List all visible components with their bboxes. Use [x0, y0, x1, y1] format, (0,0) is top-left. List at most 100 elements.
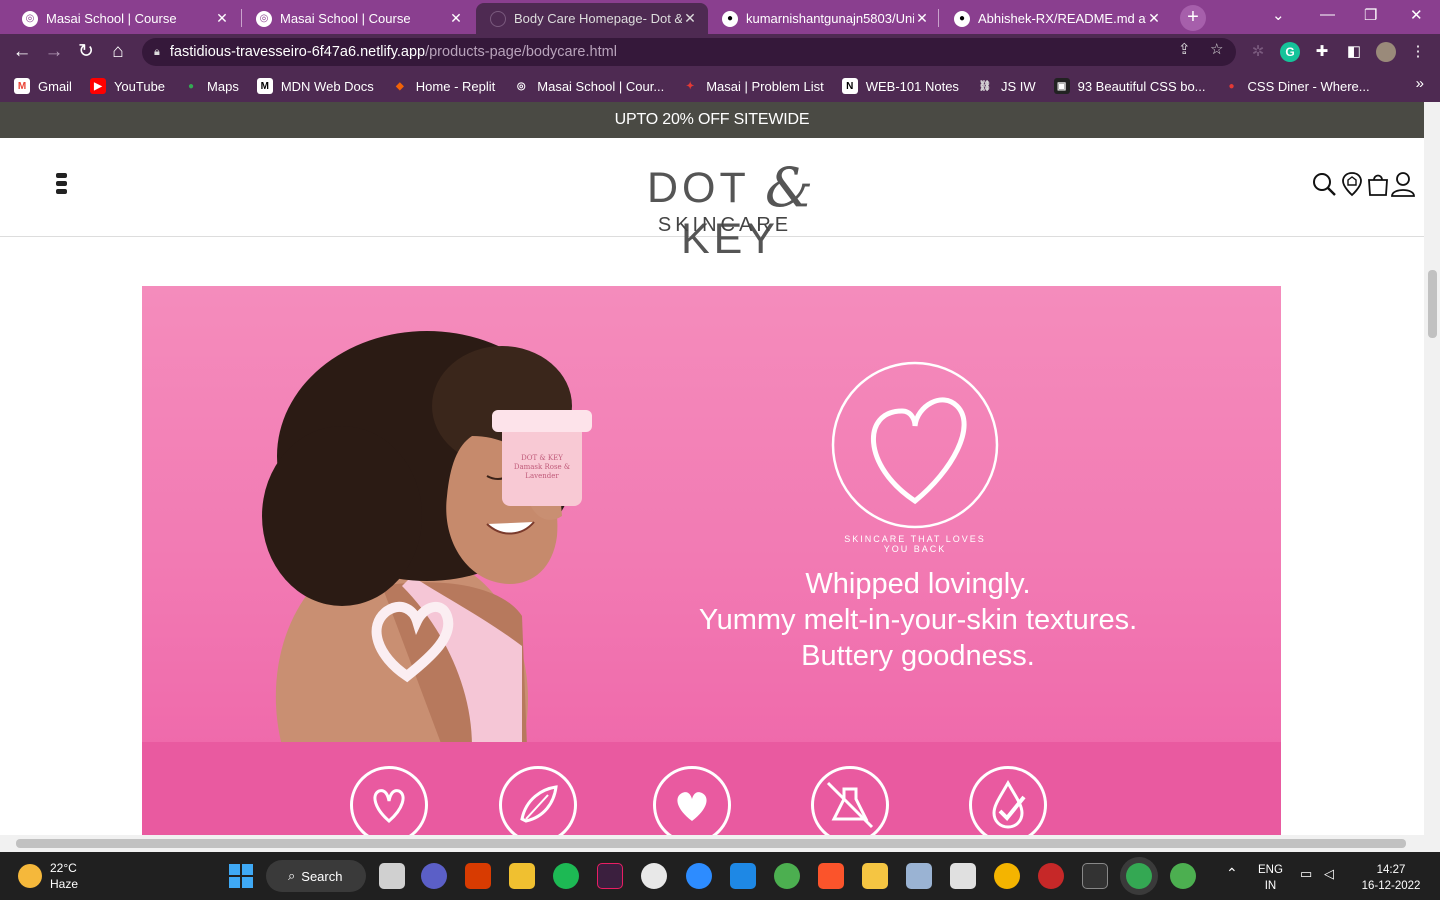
clock[interactable]: 14:27 16-12-2022 [1356, 862, 1426, 894]
search-icon: ⌕ [288, 868, 296, 883]
bookmark-masai-problems[interactable]: ✦ Masai | Problem List [682, 78, 824, 94]
vertical-scrollbar[interactable] [1424, 102, 1440, 835]
vscode-icon[interactable] [730, 863, 756, 889]
reload-icon[interactable]: ↻ [74, 40, 98, 64]
store-locator-icon[interactable] [1339, 171, 1365, 197]
user-account-icon[interactable] [1390, 171, 1416, 197]
bookmark-label: Gmail [38, 78, 72, 94]
search-icon[interactable] [1311, 171, 1337, 197]
globe-icon: ◎ [256, 10, 272, 27]
close-icon[interactable]: ✕ [448, 10, 464, 27]
slack-icon[interactable] [641, 863, 667, 889]
sidebar-icon[interactable]: ◧ [1344, 42, 1364, 62]
brave-icon[interactable] [818, 863, 844, 889]
tray-chevron-icon[interactable]: ⌃ [1226, 865, 1238, 881]
minimize-icon[interactable]: — [1320, 6, 1335, 23]
promo-banner[interactable]: UPTO 20% OFF SITEWIDE [0, 102, 1424, 138]
logo-subtitle: SKINCARE [657, 214, 793, 236]
tab-masai-1[interactable]: ◎ Masai School | Course ✕ [8, 3, 240, 34]
benefits-strip [142, 742, 1281, 835]
hero-banner[interactable]: DOT & KEY Damask Rose & Lavender SKINCAR… [142, 286, 1281, 746]
bookmark-gmail[interactable]: M Gmail [14, 78, 72, 94]
bookmark-web101[interactable]: N WEB-101 Notes [841, 78, 959, 94]
tab-github-2[interactable]: ● Abhishek-RX/README.md at m ✕ [940, 3, 1172, 34]
more-bookmarks-icon[interactable]: » [1416, 75, 1424, 92]
weather-sun-icon [18, 864, 42, 888]
logo-ampersand: & [764, 156, 814, 219]
github-icon: ● [954, 10, 970, 27]
store-icon[interactable] [509, 863, 535, 889]
dermatologically-tested-icon [969, 766, 1047, 835]
weather-widget[interactable]: 22°C Haze [18, 860, 78, 892]
bookmark-label: Home - Replit [415, 78, 496, 94]
back-icon[interactable]: ← [10, 40, 34, 64]
css-diner-icon: ● [1228, 80, 1235, 92]
forward-icon[interactable]: → [42, 40, 66, 64]
horizontal-scrollbar[interactable] [0, 835, 1440, 852]
file-explorer-icon[interactable] [862, 863, 888, 889]
extension-icon[interactable]: ✲ [1248, 42, 1268, 62]
close-icon[interactable]: ✕ [682, 10, 698, 27]
terminal-icon[interactable] [1082, 863, 1108, 889]
photos-icon[interactable] [906, 863, 932, 889]
no-toxins-icon [811, 766, 889, 835]
bookmark-css-diner[interactable]: ● CSS Diner - Where... [1224, 78, 1370, 94]
volume-icon[interactable]: ◁ [1324, 866, 1334, 882]
tab-github-1[interactable]: ● kumarnishantgunajn5803/Unit- ✕ [708, 3, 940, 34]
profile-avatar[interactable] [1376, 42, 1396, 62]
spotify-icon[interactable] [553, 863, 579, 889]
app-icon[interactable] [597, 863, 623, 889]
new-tab-button[interactable]: + [1180, 5, 1206, 31]
close-icon[interactable]: ✕ [1146, 10, 1162, 27]
tab-masai-2[interactable]: ◎ Masai School | Course ✕ [242, 3, 474, 34]
snipping-icon[interactable] [950, 863, 976, 889]
restore-icon[interactable]: ❐ [1364, 6, 1377, 24]
zoom-icon[interactable] [686, 863, 712, 889]
grammarly-icon[interactable]: G [1280, 42, 1300, 62]
app-leaf-icon[interactable] [774, 863, 800, 889]
vertical-scroll-thumb[interactable] [1428, 270, 1437, 338]
app-leaf2-icon[interactable] [1170, 863, 1196, 889]
tab-body-care[interactable]: Body Care Homepage- Dot & K ✕ [476, 3, 708, 34]
home-icon[interactable]: ⌂ [106, 40, 130, 64]
bookmark-maps[interactable]: ● Maps [183, 78, 239, 94]
jar-product-text: Damask Rose & Lavender [513, 463, 571, 480]
puzzle-icon[interactable]: ✚ [1312, 42, 1332, 62]
tab-search-icon[interactable]: ⌄ [1272, 6, 1285, 24]
teams-chat-icon[interactable] [421, 863, 447, 889]
bookmarks-bar: M Gmail ▶ YouTube ● Maps M MDN Web Docs ◆ Hom… [0, 70, 1440, 102]
bookmark-mdn[interactable]: M MDN Web Docs [256, 78, 374, 94]
address-bar[interactable]: 🔒︎ fastidious-travesseiro-6f47a6.netlify… [142, 38, 1236, 66]
brand-logo[interactable]: DOT & KEY [600, 152, 860, 264]
windows-start-icon[interactable] [228, 863, 254, 889]
masai-icon: ◎ [516, 80, 526, 92]
badge-caption: SKINCARE THAT LOVES YOU BACK [844, 534, 986, 554]
horizontal-scroll-thumb[interactable] [16, 839, 1406, 848]
office-icon[interactable] [465, 863, 491, 889]
bookmark-replit[interactable]: ◆ Home - Replit [392, 78, 495, 94]
share-icon[interactable]: ⇪ [1178, 40, 1191, 58]
close-icon[interactable]: ✕ [214, 10, 230, 27]
app-red-icon[interactable] [1038, 863, 1064, 889]
menu-icon[interactable]: ⋮ [1408, 42, 1428, 62]
hamburger-menu-icon[interactable] [56, 173, 68, 197]
masai-problem-icon: ✦ [686, 80, 695, 92]
window-close-icon[interactable]: ✕ [1410, 6, 1423, 24]
tab-strip: ◎ Masai School | Course ✕ ◎ Masai School… [0, 0, 1440, 34]
taskbar-search[interactable]: ⌕ Search [266, 860, 366, 892]
bookmark-js-iw[interactable]: ⛓ JS IW [977, 78, 1036, 94]
close-icon[interactable]: ✕ [914, 10, 930, 27]
task-view-icon[interactable] [379, 863, 405, 889]
bookmark-css-buttons[interactable]: ▣ 93 Beautiful CSS bo... [1053, 78, 1206, 94]
chrome-icon[interactable] [994, 863, 1020, 889]
language-indicator[interactable]: ENG IN [1258, 862, 1283, 894]
network-icon[interactable]: ▭ [1300, 866, 1312, 882]
shopping-bag-icon[interactable] [1365, 171, 1391, 197]
bookmark-youtube[interactable]: ▶ YouTube [89, 78, 165, 94]
link-icon: ⛓ [978, 80, 992, 92]
bookmark-label: Masai | Problem List [706, 78, 824, 94]
bookmark-masai[interactable]: ◎ Masai School | Cour... [513, 78, 664, 94]
weather-condition: Haze [50, 877, 79, 891]
chrome-active-icon[interactable] [1126, 863, 1152, 889]
bookmark-star-icon[interactable]: ☆ [1210, 40, 1223, 58]
